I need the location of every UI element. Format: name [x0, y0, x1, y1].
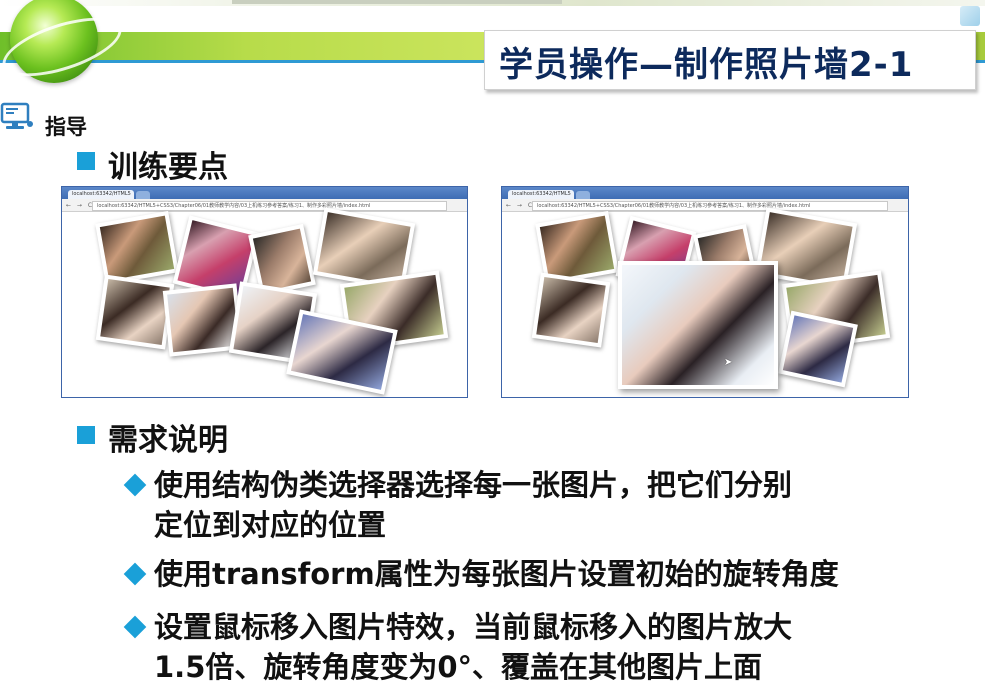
photo: [778, 310, 858, 388]
requirement-line: 1.5倍、旋转角度变为0°、覆盖在其他图片上面: [154, 650, 763, 684]
browser-new-tab: [576, 191, 590, 199]
browser-address-bar: ← → C localhost:63342/HTML5+CSS3/Chapter…: [62, 199, 467, 212]
section-requirements: 需求说明: [108, 423, 228, 458]
browser-address-bar: ← → C localhost:63342/HTML5+CSS3/Chapter…: [502, 199, 908, 212]
photo-hovered-enlarged: [618, 261, 778, 389]
photo: [95, 274, 175, 350]
browser-tabbar: localhost:63342/HTML5: [502, 187, 908, 199]
corner-decor-icon: [960, 6, 980, 26]
title-box: 学员操作—制作照片墙2-1: [484, 30, 976, 90]
diamond-bullet-icon: [123, 562, 147, 586]
diamond-bullet-icon: [123, 615, 147, 639]
photo: [531, 272, 611, 348]
browser-url: localhost:63342/HTML5+CSS3/Chapter06/01教…: [532, 201, 888, 211]
guide-label: 指导: [45, 115, 87, 139]
slide-title: 学员操作—制作照片墙2-1: [499, 45, 914, 85]
browser-nav-icons: ← → C: [506, 202, 535, 209]
diamond-bullet-icon: [123, 473, 147, 497]
requirement-line: 使用transform属性为每张图片设置初始的旋转角度: [154, 557, 839, 591]
browser-tabbar: localhost:63342/HTML5: [62, 187, 467, 199]
mouse-cursor-icon: ➤: [724, 357, 733, 368]
top-decor-bar: [232, 0, 562, 4]
monitor-guide-icon: [0, 102, 33, 129]
requirement-line: 定位到对应的位置: [154, 508, 387, 542]
browser-tab: localhost:63342/HTML5: [508, 190, 574, 199]
requirement-line: 使用结构伪类选择器选择每一张图片，把它们分别: [154, 468, 793, 502]
screenshot-photo-wall-hover: localhost:63342/HTML5 ← → C localhost:63…: [501, 186, 909, 398]
browser-url: localhost:63342/HTML5+CSS3/Chapter06/01教…: [92, 201, 447, 211]
requirement-line: 设置鼠标移入图片特效，当前鼠标移入的图片放大: [154, 610, 793, 644]
browser-new-tab: [136, 191, 150, 199]
screenshot-photo-wall-initial: localhost:63342/HTML5 ← → C localhost:63…: [61, 186, 468, 398]
browser-tab: localhost:63342/HTML5: [68, 190, 134, 199]
section-training-points: 训练要点: [108, 150, 228, 185]
square-bullet-icon: [77, 152, 95, 170]
square-bullet-icon: [77, 426, 95, 444]
browser-nav-icons: ← → C: [66, 202, 95, 209]
